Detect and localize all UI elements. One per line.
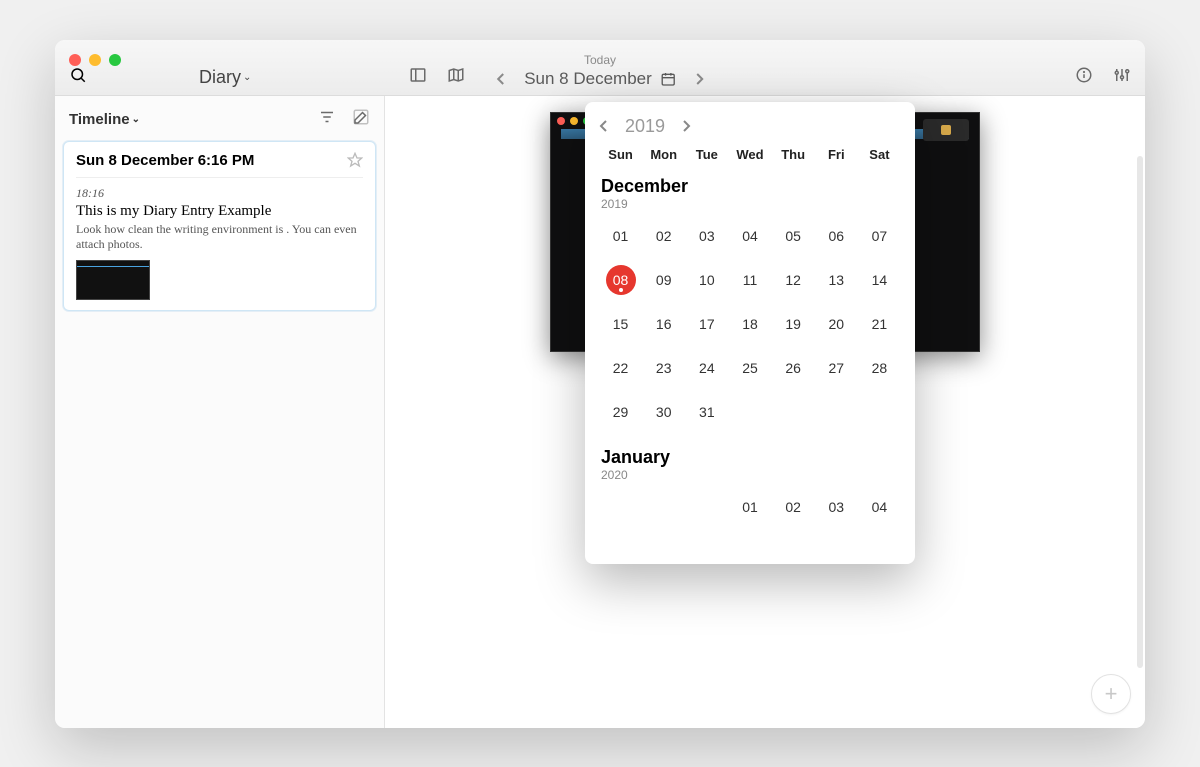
entry-title: This is my Diary Entry Example: [76, 203, 363, 220]
add-entry-button[interactable]: +: [1091, 674, 1131, 714]
calendar-weekday: Mon: [642, 147, 685, 162]
calendar-day[interactable]: 03: [692, 221, 722, 251]
sidebar: Timeline ⌄ Sun 8 December 6:16 PM: [55, 96, 385, 728]
sidebar-view-label: Timeline: [69, 111, 130, 128]
calendar-month-year: 2020: [601, 468, 901, 482]
calendar-weekday: Sun: [599, 147, 642, 162]
calendar-day[interactable]: 01: [735, 492, 765, 522]
calendar-day[interactable]: 04: [864, 492, 894, 522]
calendar-day[interactable]: 16: [649, 309, 679, 339]
next-year-button[interactable]: [681, 120, 691, 132]
calendar-day[interactable]: 07: [864, 221, 894, 251]
compose-icon[interactable]: [352, 108, 370, 131]
calendar-weekday: Tue: [685, 147, 728, 162]
calendar-day[interactable]: 17: [692, 309, 722, 339]
calendar-day[interactable]: 28: [864, 353, 894, 383]
calendar-day[interactable]: 05: [778, 221, 808, 251]
calendar-month-year: 2019: [601, 197, 901, 211]
calendar-day[interactable]: 30: [649, 397, 679, 427]
chevron-down-icon: ⌄: [243, 72, 251, 83]
calendar-popover: 2019 SunMonTueWedThuFriSat December20190…: [585, 102, 915, 564]
calendar-day[interactable]: 14: [864, 265, 894, 295]
settings-sliders-icon[interactable]: [1113, 66, 1131, 89]
calendar-weekday: Fri: [815, 147, 858, 162]
calendar-icon[interactable]: [660, 71, 676, 87]
sidebar-view-selector[interactable]: Timeline ⌄: [69, 111, 140, 128]
calendar-month-name: December: [601, 176, 901, 197]
calendar-day[interactable]: 01: [606, 221, 636, 251]
star-icon[interactable]: [347, 152, 363, 168]
calendar-day[interactable]: 15: [606, 309, 636, 339]
calendar-day[interactable]: 02: [778, 492, 808, 522]
current-date-label: Sun 8 December: [524, 69, 652, 89]
calendar-day[interactable]: 04: [735, 221, 765, 251]
calendar-year-label: 2019: [625, 116, 665, 137]
journal-selector[interactable]: Diary ⌄: [199, 67, 251, 88]
calendar-day[interactable]: 13: [821, 265, 851, 295]
calendar-day[interactable]: 09: [649, 265, 679, 295]
chevron-down-icon: ⌄: [132, 114, 140, 125]
calendar-day[interactable]: 29: [606, 397, 636, 427]
entry-thumbnail: [76, 260, 150, 300]
calendar-day[interactable]: 21: [864, 309, 894, 339]
calendar-day[interactable]: 23: [649, 353, 679, 383]
entry-date-header: Sun 8 December 6:16 PM: [76, 152, 254, 169]
calendar-weekday: Sat: [858, 147, 901, 162]
calendar-day[interactable]: 08: [606, 265, 636, 295]
info-icon[interactable]: [1075, 66, 1093, 89]
search-icon[interactable]: [69, 66, 87, 89]
prev-year-button[interactable]: [599, 120, 609, 132]
prev-day-button[interactable]: [496, 73, 506, 85]
titlebar: Diary ⌄ Today Sun 8: [55, 40, 1145, 96]
calendar-day[interactable]: 24: [692, 353, 722, 383]
calendar-month: January202000000001020304: [599, 447, 901, 522]
calendar-day[interactable]: 26: [778, 353, 808, 383]
next-day-button[interactable]: [694, 73, 704, 85]
entry-time: 18:16: [76, 186, 363, 201]
calendar-day[interactable]: 03: [821, 492, 851, 522]
calendar-day[interactable]: 25: [735, 353, 765, 383]
entry-card[interactable]: Sun 8 December 6:16 PM 18:16 This is my …: [63, 141, 376, 311]
panel-layout-icon[interactable]: [409, 66, 427, 89]
app-window: Diary ⌄ Today Sun 8: [55, 40, 1145, 728]
filter-icon[interactable]: [318, 108, 336, 131]
calendar-day[interactable]: 18: [735, 309, 765, 339]
view-mode-group: [409, 66, 465, 89]
calendar-weekday: Thu: [772, 147, 815, 162]
journal-selector-label: Diary: [199, 67, 241, 88]
calendar-day[interactable]: 31: [692, 397, 722, 427]
calendar-day[interactable]: 22: [606, 353, 636, 383]
calendar-month: December20190102030405060708091011121314…: [599, 176, 901, 427]
calendar-day[interactable]: 27: [821, 353, 851, 383]
main-content: 2019 SunMonTueWedThuFriSat December20190…: [385, 96, 1145, 728]
calendar-weekday-row: SunMonTueWedThuFriSat: [599, 147, 901, 162]
date-navigator: Today Sun 8 December: [496, 53, 704, 89]
calendar-day[interactable]: 10: [692, 265, 722, 295]
map-icon[interactable]: [447, 66, 465, 89]
calendar-day[interactable]: 20: [821, 309, 851, 339]
calendar-weekday: Wed: [728, 147, 771, 162]
calendar-day[interactable]: 06: [821, 221, 851, 251]
calendar-day[interactable]: 12: [778, 265, 808, 295]
calendar-day[interactable]: 11: [735, 265, 765, 295]
scrollbar[interactable]: [1137, 156, 1143, 668]
entry-excerpt: Look how clean the writing environment i…: [76, 222, 363, 252]
calendar-day[interactable]: 02: [649, 221, 679, 251]
calendar-month-name: January: [601, 447, 901, 468]
calendar-day[interactable]: 19: [778, 309, 808, 339]
today-label: Today: [584, 53, 616, 67]
